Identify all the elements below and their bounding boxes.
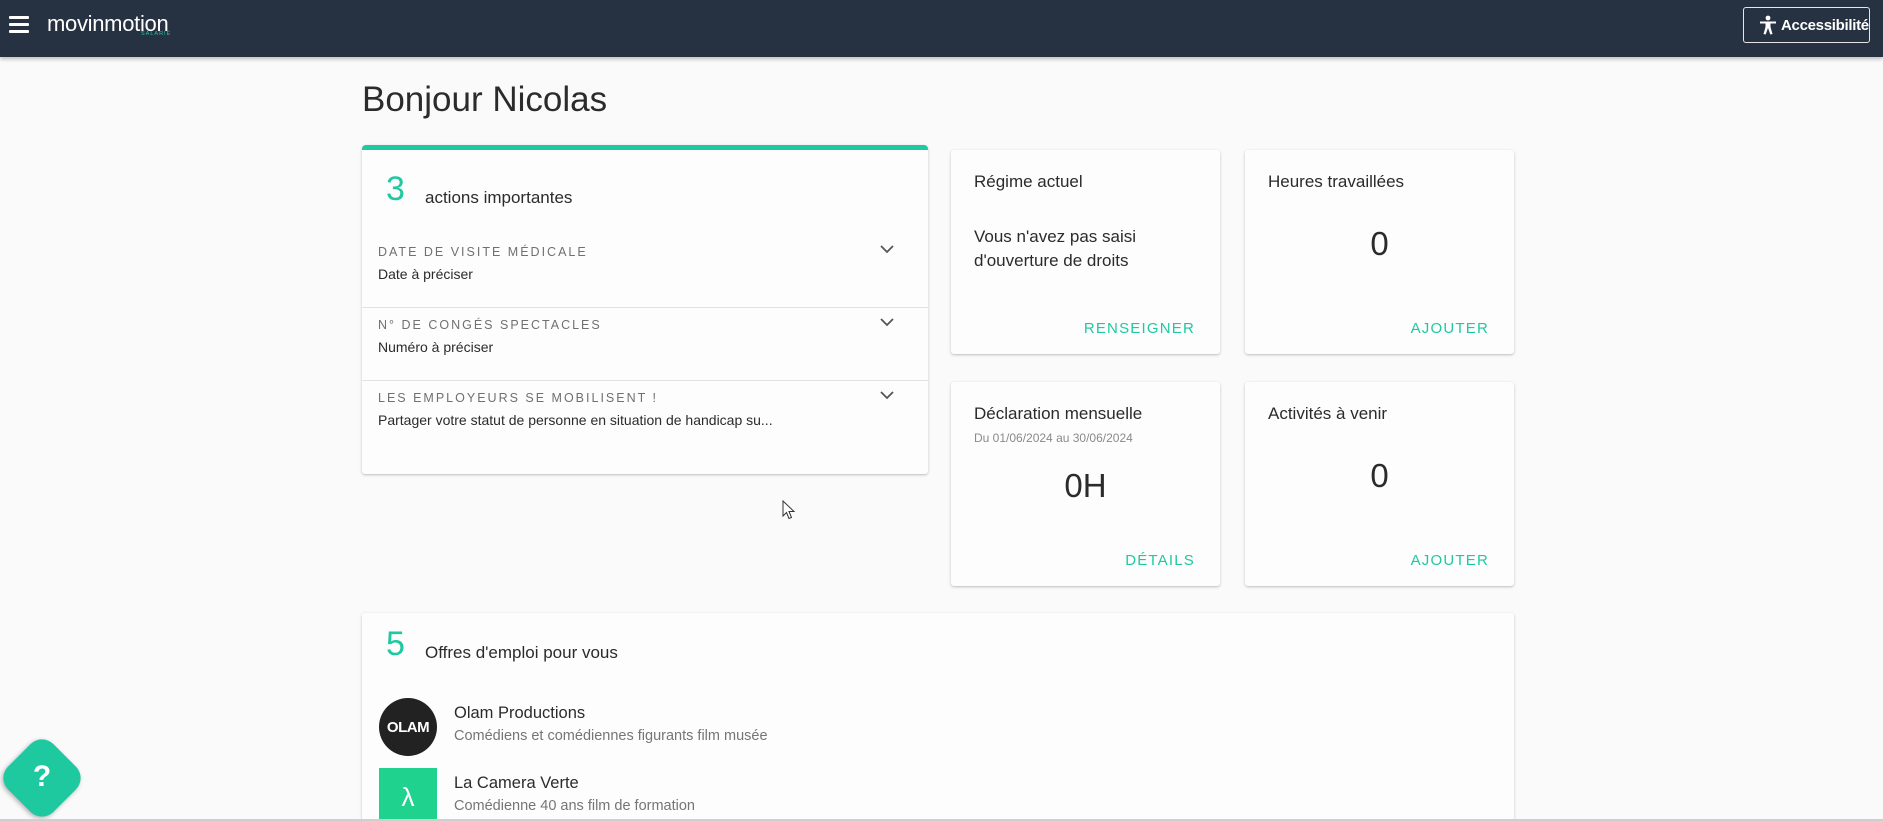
activites-value: 0 (1370, 457, 1389, 494)
heures-card: Heures travaillées 0 AJOUTER (1245, 150, 1514, 354)
renseigner-button[interactable]: RENSEIGNER (1084, 320, 1195, 337)
chevron-down-icon[interactable] (879, 317, 895, 327)
ajouter-heures-button[interactable]: AJOUTER (1411, 320, 1489, 337)
help-icon[interactable]: ? (10, 760, 74, 796)
offer-desc: Comédienne 40 ans film de formation (454, 798, 695, 814)
accessibility-icon (1760, 15, 1776, 35)
card-title: Régime actuel (974, 172, 1083, 191)
details-button[interactable]: DÉTAILS (1125, 552, 1195, 569)
logo[interactable]: movinmotion SALARIÉ (47, 11, 187, 41)
action-item-conges-spectacles[interactable]: N° DE CONGÉS SPECTACLES Numéro à précise… (362, 308, 928, 381)
card-title: Activités à venir (1268, 404, 1388, 423)
actions-label: actions importantes (425, 188, 573, 207)
heures-value: 0 (1370, 225, 1389, 262)
regime-text: Vous n'avez pas saisi d'ouverture de dro… (974, 227, 1137, 270)
action-overline: LES EMPLOYEURS SE MOBILISENT ! (378, 391, 658, 405)
card-title: Déclaration mensuelle (974, 404, 1143, 423)
action-overline: DATE DE VISITE MÉDICALE (378, 245, 588, 259)
action-text: Partager votre statut de personne en sit… (378, 412, 773, 428)
action-text: Date à préciser (378, 266, 473, 282)
camera-verte-logo-text: λ (401, 781, 415, 812)
action-overline: N° DE CONGÉS SPECTACLES (378, 318, 602, 332)
actions-card: 3 actions importantes DATE DE VISITE MÉD… (362, 145, 928, 474)
card-title: Heures travaillées (1268, 172, 1405, 191)
olam-logo-text: OLAM (386, 718, 430, 736)
offer-desc: Comédiens et comédiennes figurants film … (454, 728, 768, 744)
actions-count: 3 (386, 170, 405, 208)
offer-name: Olam Productions (454, 704, 586, 722)
action-item-employeurs[interactable]: LES EMPLOYEURS SE MOBILISENT ! Partager … (362, 381, 928, 454)
offers-card: 5 Offres d'emploi pour vous OLAM Olam Pr… (362, 613, 1514, 821)
mouse-cursor-icon (782, 500, 796, 520)
regime-card: Régime actuel Vous n'avez pas saisi d'ou… (951, 150, 1220, 354)
top-bar: movinmotion SALARIÉ Accessibilité (0, 0, 1883, 57)
offers-label: Offres d'emploi pour vous (425, 643, 618, 662)
offer-name: La Camera Verte (454, 774, 579, 792)
declaration-period: Du 01/06/2024 au 30/06/2024 (974, 431, 1133, 445)
page-title: Bonjour Nicolas (362, 80, 608, 119)
offer-item[interactable]: λ La Camera Verte Comédienne 40 ans film… (379, 768, 879, 821)
logo-subtitle: SALARIÉ (141, 31, 172, 37)
chevron-down-icon[interactable] (879, 244, 895, 254)
action-text: Numéro à préciser (378, 339, 494, 355)
menu-icon[interactable] (9, 16, 31, 33)
offers-count: 5 (386, 625, 405, 663)
declaration-value: 0H (1064, 467, 1107, 504)
accessibility-label: Accessibilité (1781, 16, 1869, 34)
camera-verte-logo: λ (379, 768, 437, 821)
declaration-card: Déclaration mensuelle Du 01/06/2024 au 3… (951, 382, 1220, 586)
chevron-down-icon[interactable] (879, 390, 895, 400)
ajouter-activite-button[interactable]: AJOUTER (1411, 552, 1489, 569)
action-item-medical-visit[interactable]: DATE DE VISITE MÉDICALE Date à préciser (362, 235, 928, 308)
accessibility-button[interactable]: Accessibilité (1743, 7, 1870, 43)
offer-item[interactable]: OLAM Olam Productions Comédiens et coméd… (379, 698, 879, 756)
activites-card: Activités à venir 0 AJOUTER (1245, 382, 1514, 586)
olam-logo: OLAM (379, 698, 437, 756)
